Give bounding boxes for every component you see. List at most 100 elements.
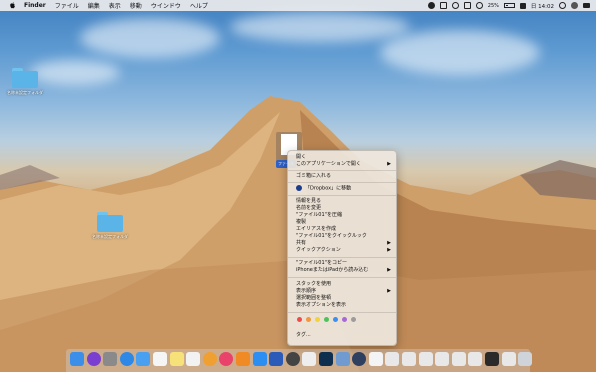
battery-percent[interactable]: 25% — [488, 3, 499, 9]
dock — [66, 349, 533, 372]
menu-item-label: 「Dropbox」に移動 — [305, 185, 352, 192]
menu-item-import-from-iphone[interactable]: iPhoneまたはiPadから読み込む ▶ — [296, 267, 391, 274]
menu-help[interactable]: ヘルプ — [190, 1, 208, 10]
menu-item-sort-by[interactable]: 表示順序 ▶ — [296, 288, 391, 295]
itunes-icon[interactable] — [219, 352, 234, 366]
quicktime-icon[interactable] — [352, 352, 367, 366]
tag-purple-dot[interactable] — [342, 317, 347, 322]
siri-icon[interactable] — [86, 352, 101, 366]
tag-orange-dot[interactable] — [306, 317, 311, 322]
screenshot-icon[interactable] — [501, 352, 516, 366]
screenshot-icon[interactable] — [385, 352, 400, 366]
dropbox-icon[interactable] — [439, 2, 447, 9]
finder-icon[interactable] — [70, 352, 84, 366]
document-icon[interactable] — [368, 352, 383, 366]
menu-item-label: このアプリケーションで開く — [296, 161, 361, 167]
menu-item-label: ゴミ箱に入れる — [296, 173, 332, 179]
menu-app-name[interactable]: Finder — [24, 2, 46, 9]
screenshot-icon[interactable] — [451, 352, 466, 366]
timemachine-icon[interactable] — [285, 352, 300, 366]
tag-gray-dot[interactable] — [351, 317, 356, 322]
menu-item-rename[interactable]: 名前を変更 — [296, 205, 391, 212]
creative-cloud-icon[interactable] — [427, 2, 435, 9]
menu-item-label: 表示オプションを表示 — [296, 302, 347, 308]
menu-view[interactable]: 表示 — [109, 1, 121, 10]
menu-item-quick-actions[interactable]: クイックアクション ▶ — [296, 247, 391, 254]
menu-item-move-to-dropbox[interactable]: 「Dropbox」に移動 — [296, 185, 391, 192]
menu-go[interactable]: 移動 — [130, 1, 142, 10]
menu-separator — [288, 195, 396, 196]
desktop-folder[interactable]: 名称未設定フォルダ — [4, 68, 46, 96]
menu-item-label: 名前を変更 — [296, 205, 322, 211]
menu-item-tags[interactable]: タグ... — [296, 332, 391, 339]
menu-item-copy[interactable]: "ファイル01"をコピー — [296, 260, 391, 267]
mail-icon[interactable] — [136, 352, 151, 366]
bluetooth-icon[interactable] — [463, 2, 471, 9]
calendar-icon[interactable] — [153, 352, 167, 366]
textedit-icon[interactable] — [302, 352, 317, 366]
menu-edit[interactable]: 編集 — [88, 1, 100, 10]
screenshot-icon[interactable] — [468, 352, 483, 366]
apple-menu-icon[interactable] — [9, 2, 16, 9]
menu-item-clean-up-selection[interactable]: 選択範囲を整頓 — [296, 295, 391, 302]
menu-item-label: 表示順序 — [296, 288, 317, 294]
desktop-folder[interactable]: 名称未設定フォルダ — [88, 212, 132, 240]
menubar: Finder ファイル 編集 表示 移動 ウインドウ ヘルプ 25% 日 14:… — [0, 0, 596, 11]
menu-item-open[interactable]: 開く — [296, 154, 391, 161]
tag-green-dot[interactable] — [324, 317, 329, 322]
battery-icon[interactable] — [503, 3, 515, 8]
tag-yellow-dot[interactable] — [315, 317, 320, 322]
menu-item-label: "ファイル01"を圧縮 — [296, 212, 342, 218]
spotlight-icon[interactable] — [559, 2, 566, 9]
photoshop-icon[interactable] — [319, 352, 333, 366]
menu-item-move-to-trash[interactable]: ゴミ箱に入れる — [296, 173, 391, 180]
menu-item-label: "ファイル01"をクイックルック — [296, 233, 367, 239]
notification-center-icon[interactable] — [583, 3, 590, 8]
menu-item-duplicate[interactable]: 複製 — [296, 219, 391, 226]
tag-red-dot[interactable] — [297, 317, 302, 322]
menu-item-label: iPhoneまたはiPadから読み込む — [296, 267, 369, 273]
books-icon[interactable] — [236, 352, 250, 366]
notes-icon[interactable] — [169, 352, 184, 366]
submenu-arrow-icon: ▶ — [387, 288, 391, 294]
user-avatar-icon[interactable] — [571, 2, 578, 9]
launchpad-icon[interactable] — [103, 352, 118, 366]
menu-item-make-alias[interactable]: エイリアスを作成 — [296, 226, 391, 233]
preview-icon[interactable] — [335, 352, 350, 366]
menu-item-show-view-options[interactable]: 表示オプションを表示 — [296, 302, 391, 309]
reminders-icon[interactable] — [186, 352, 201, 366]
menu-item-label: 選択範囲を整頓 — [296, 295, 332, 301]
trash-icon[interactable] — [518, 352, 533, 366]
menu-item-label: タグ... — [296, 332, 311, 338]
photos-icon[interactable] — [202, 352, 217, 366]
menu-item-share[interactable]: 共有 ▶ — [296, 240, 391, 247]
menu-item-get-info[interactable]: 情報を見る — [296, 198, 391, 205]
word-icon[interactable] — [269, 352, 284, 366]
status-area: 25% 日 14:02 — [427, 0, 590, 11]
screenshot-icon[interactable] — [485, 352, 499, 366]
timemachine-status-icon[interactable] — [451, 2, 459, 9]
menubar-clock[interactable]: 日 14:02 — [531, 2, 554, 10]
tag-blue-dot[interactable] — [333, 317, 338, 322]
appstore-icon[interactable] — [252, 352, 267, 366]
menu-item-quick-look[interactable]: "ファイル01"をクイックルック — [296, 233, 391, 240]
safari-icon[interactable] — [119, 352, 134, 366]
input-source-icon[interactable] — [519, 2, 526, 9]
menu-window[interactable]: ウインドウ — [151, 1, 181, 10]
menu-item-label: クイックアクション — [296, 247, 341, 253]
menu-item-label: 開く — [296, 154, 307, 160]
menu-separator — [288, 257, 396, 258]
menu-item-compress[interactable]: "ファイル01"を圧縮 — [296, 212, 391, 219]
screenshot-icon[interactable] — [418, 352, 433, 366]
submenu-arrow-icon: ▶ — [387, 267, 391, 273]
menu-separator — [288, 312, 396, 313]
screenshot-icon[interactable] — [402, 352, 416, 366]
wifi-icon[interactable] — [475, 2, 483, 9]
screenshot-icon[interactable] — [435, 352, 450, 366]
menu-item-use-stacks[interactable]: スタックを使用 — [296, 281, 391, 288]
submenu-arrow-icon: ▶ — [387, 161, 391, 167]
menu-item-open-with[interactable]: このアプリケーションで開く ▶ — [296, 161, 391, 168]
desktop-folder-label: 名称未設定フォルダ — [92, 234, 128, 239]
menu-file[interactable]: ファイル — [55, 1, 79, 10]
menu-item-label: 共有 — [296, 240, 307, 246]
